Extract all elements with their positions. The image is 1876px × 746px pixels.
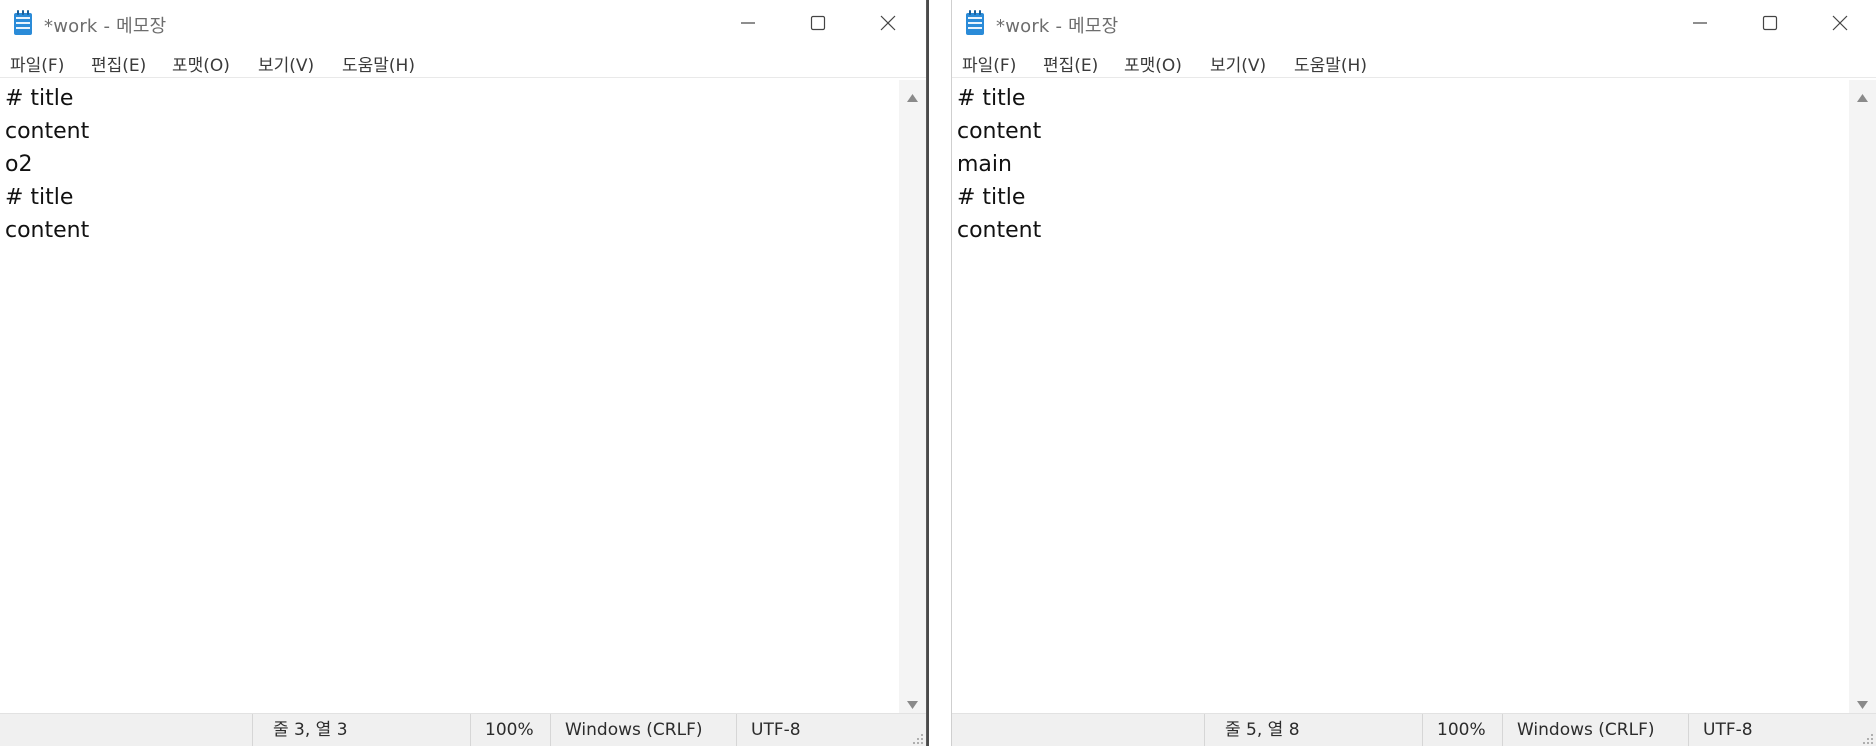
status-bar: 줄 3, 열 3 100% Windows (CRLF) UTF-8 — [0, 713, 926, 746]
text-line: content — [957, 119, 1042, 144]
title-bar[interactable]: *work - 메모장 — [952, 0, 1876, 46]
close-button[interactable] — [1805, 0, 1875, 46]
text-line: content — [5, 218, 90, 243]
text-line: # title — [957, 185, 1026, 210]
resize-grip-icon[interactable] — [910, 730, 924, 744]
vertical-scrollbar[interactable] — [899, 80, 926, 713]
menu-format[interactable]: 포맷(O) — [172, 51, 230, 76]
menu-edit[interactable]: 편집(E) — [91, 51, 146, 76]
window-border — [927, 0, 929, 746]
maximize-icon — [810, 15, 826, 31]
menu-view[interactable]: 보기(V) — [1210, 51, 1266, 76]
encoding: UTF-8 — [1688, 714, 1848, 746]
menu-help[interactable]: 도움말(H) — [1294, 51, 1367, 76]
scroll-down-arrow-icon[interactable] — [1856, 695, 1869, 709]
status-bar: 줄 5, 열 8 100% Windows (CRLF) UTF-8 — [952, 713, 1876, 746]
menu-file[interactable]: 파일(F) — [962, 51, 1016, 76]
text-line: # title — [5, 86, 74, 111]
title-bar[interactable]: *work - 메모장 — [0, 0, 926, 46]
scroll-up-arrow-icon[interactable] — [906, 88, 919, 102]
menu-view[interactable]: 보기(V) — [258, 51, 314, 76]
resize-grip-icon[interactable] — [1860, 730, 1874, 744]
maximize-button[interactable] — [783, 0, 853, 46]
text-line: content — [957, 218, 1042, 243]
minimize-button[interactable] — [713, 0, 783, 46]
text-line: o2 — [5, 152, 33, 177]
close-icon — [1832, 15, 1848, 31]
notepad-window-left: *work - 메모장 파일(F) 편집(E) 포맷(O) 보기(V) 도움말(… — [0, 0, 927, 746]
maximize-button[interactable] — [1735, 0, 1805, 46]
text-line: main — [957, 152, 1012, 177]
window-title: *work - 메모장 — [996, 16, 1119, 37]
minimize-icon — [1692, 15, 1708, 31]
desktop: *work - 메모장 파일(F) 편집(E) 포맷(O) 보기(V) 도움말(… — [0, 0, 1876, 746]
text-line: # title — [957, 86, 1026, 111]
text-editor[interactable]: # title content main # title content — [952, 80, 1849, 713]
close-icon — [880, 15, 896, 31]
zoom-level: 100% — [470, 714, 550, 746]
window-title: *work - 메모장 — [44, 16, 167, 37]
cursor-position: 줄 5, 열 8 — [1204, 714, 1422, 746]
encoding: UTF-8 — [736, 714, 896, 746]
line-ending: Windows (CRLF) — [550, 714, 736, 746]
window-gap — [927, 0, 951, 746]
text-line: # title — [5, 185, 74, 210]
notepad-icon — [12, 10, 34, 36]
minimize-button[interactable] — [1665, 0, 1735, 46]
menu-format[interactable]: 포맷(O) — [1124, 51, 1182, 76]
menu-bar: 파일(F) 편집(E) 포맷(O) 보기(V) 도움말(H) — [0, 46, 926, 78]
notepad-icon — [964, 10, 986, 36]
vertical-scrollbar[interactable] — [1849, 80, 1876, 713]
menu-help[interactable]: 도움말(H) — [342, 51, 415, 76]
zoom-level: 100% — [1422, 714, 1502, 746]
close-button[interactable] — [853, 0, 923, 46]
line-ending: Windows (CRLF) — [1502, 714, 1688, 746]
minimize-icon — [740, 15, 756, 31]
menu-bar: 파일(F) 편집(E) 포맷(O) 보기(V) 도움말(H) — [952, 46, 1876, 78]
notepad-window-right: *work - 메모장 파일(F) 편집(E) 포맷(O) 보기(V) 도움말(… — [951, 0, 1876, 746]
cursor-position: 줄 3, 열 3 — [252, 714, 470, 746]
menu-file[interactable]: 파일(F) — [10, 51, 64, 76]
menu-edit[interactable]: 편집(E) — [1043, 51, 1098, 76]
text-editor[interactable]: # title content o2 # title content — [0, 80, 899, 713]
scroll-down-arrow-icon[interactable] — [906, 695, 919, 709]
scroll-up-arrow-icon[interactable] — [1856, 88, 1869, 102]
maximize-icon — [1762, 15, 1778, 31]
text-line: content — [5, 119, 90, 144]
